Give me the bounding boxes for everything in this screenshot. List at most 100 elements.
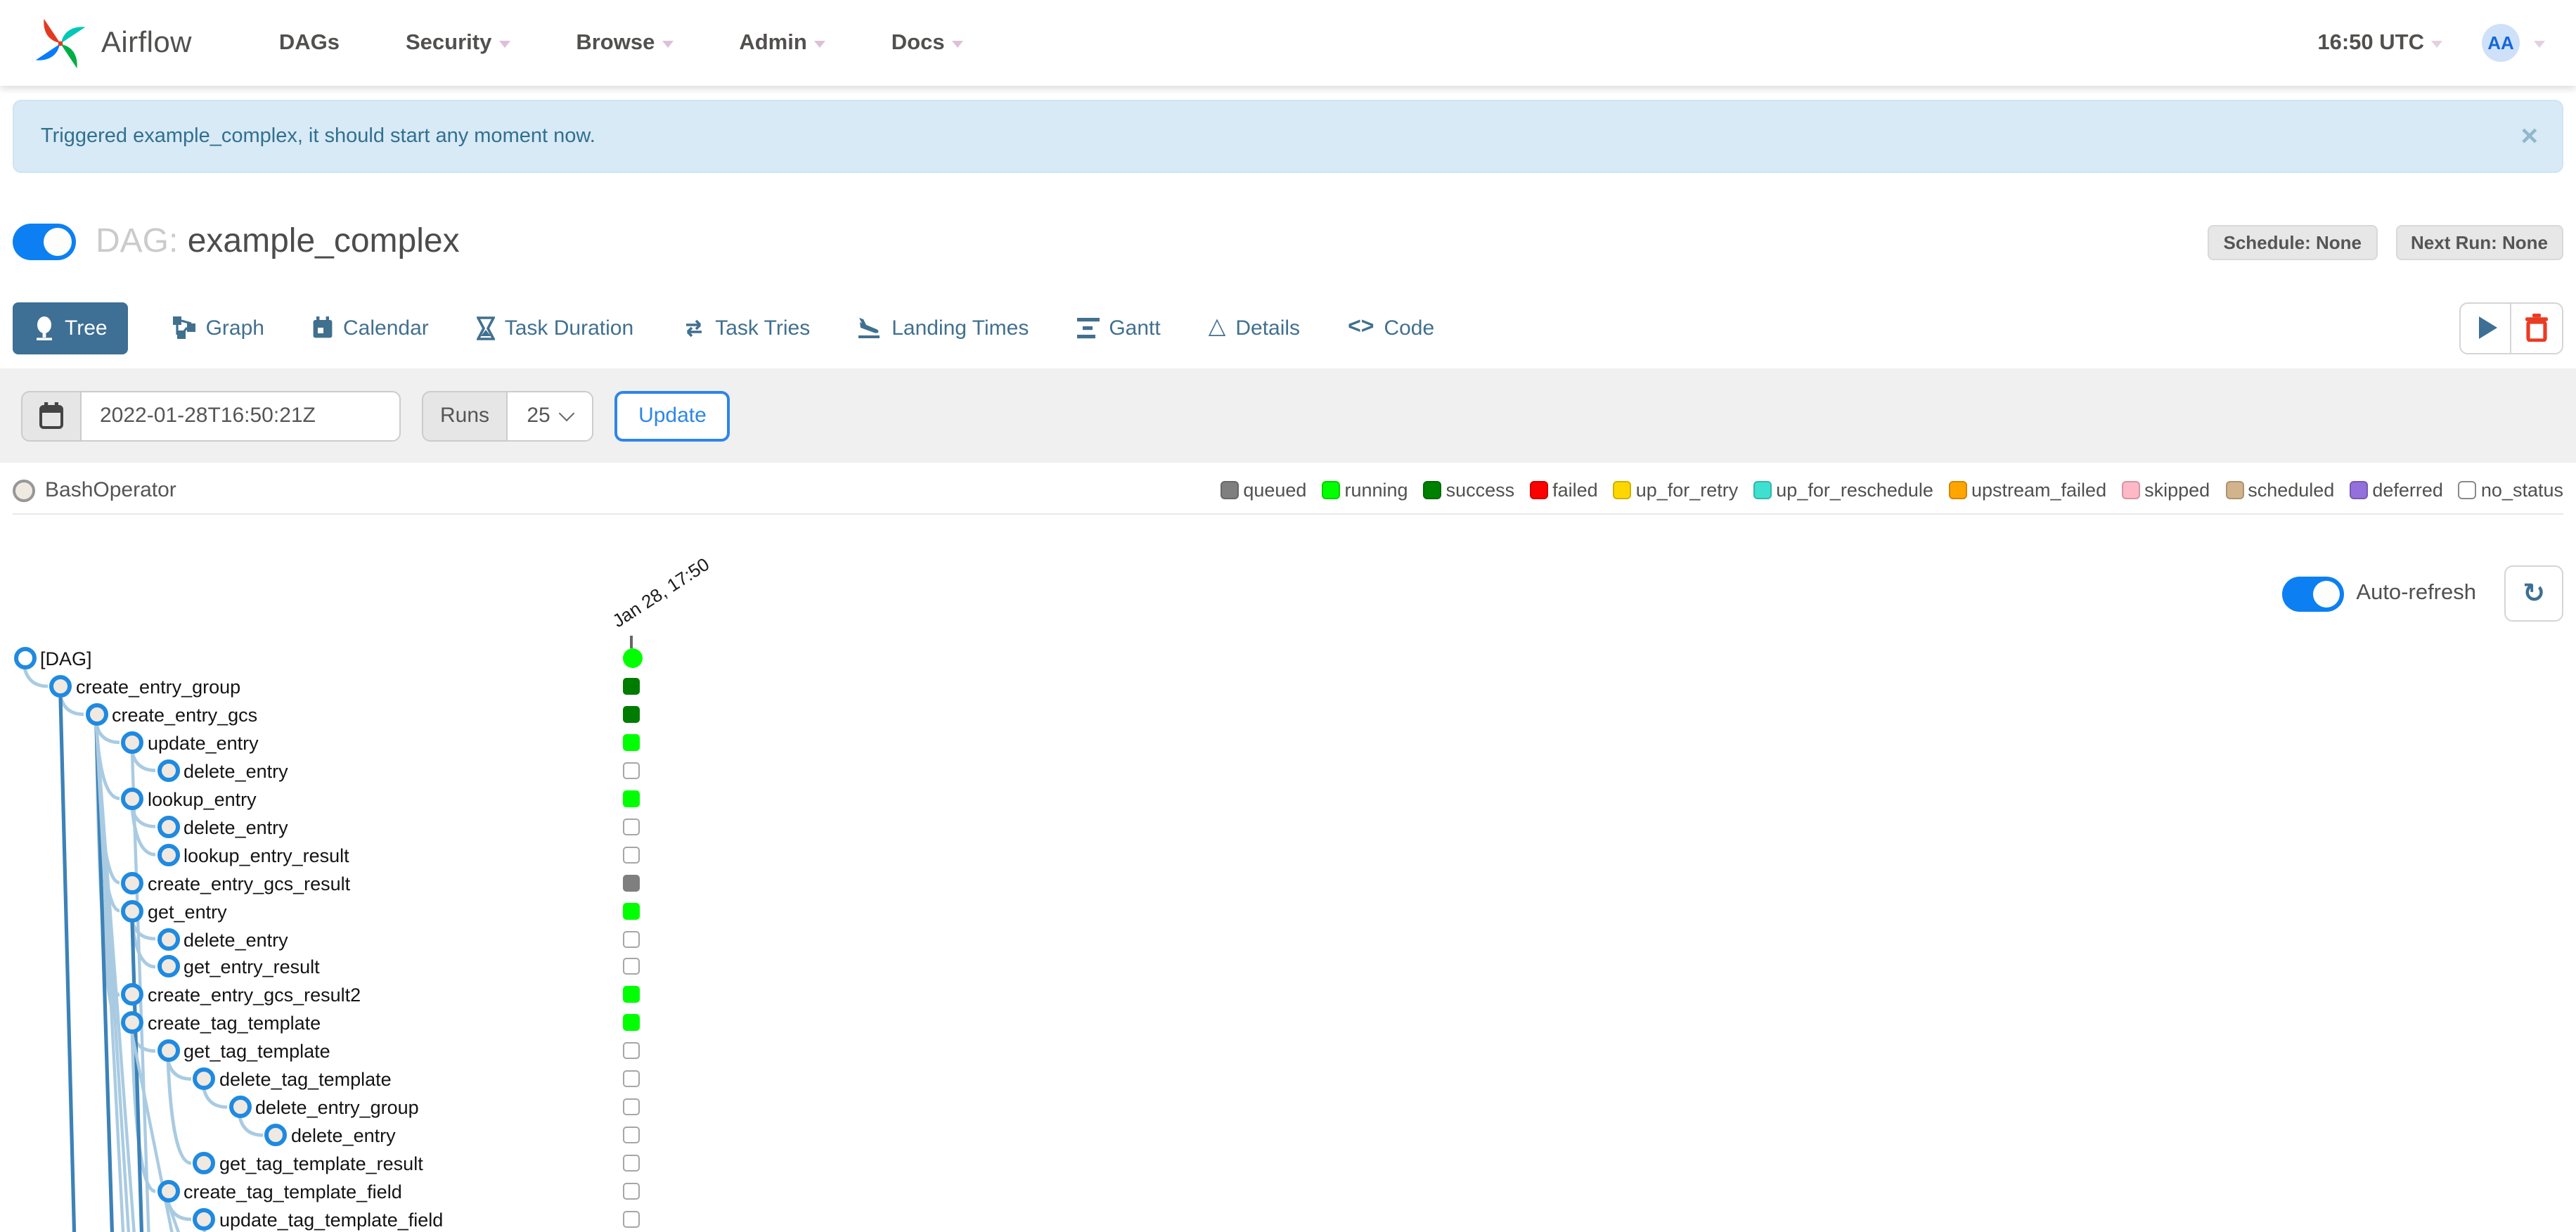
task-status-square[interactable] [623,1070,640,1088]
nav-item-admin[interactable]: Admin [739,30,825,56]
status-swatch [2458,481,2477,499]
task-node-circle[interactable] [121,871,143,894]
task-status-square[interactable] [623,958,640,975]
task-row: get_tag_template [0,1037,2576,1065]
refresh-button[interactable]: ↻ [2504,565,2563,622]
task-status-square[interactable] [623,1211,640,1228]
task-status-square[interactable] [623,1155,640,1172]
task-node-circle[interactable] [157,843,179,866]
task-status-square[interactable] [623,762,640,779]
task-row: delete_entry [0,1121,2576,1149]
task-status-square[interactable] [623,1127,640,1144]
status-legend-item-up_for_reschedule[interactable]: up_for_reschedule [1753,480,1933,501]
task-status-square[interactable] [623,846,640,864]
run-column-label: Jan 28, 17:50 [608,553,714,631]
task-node-circle[interactable] [121,983,143,1006]
task-status-square[interactable] [623,677,640,695]
tab-tree[interactable]: Tree [13,302,129,354]
task-node-circle[interactable] [264,1124,287,1147]
task-node-circle[interactable] [193,1067,215,1091]
status-legend-item-failed[interactable]: failed [1530,480,1598,501]
status-legend-item-upstream_failed[interactable]: upstream_failed [1948,480,2107,501]
task-node-circle[interactable] [157,759,179,782]
task-node-circle[interactable] [121,787,143,810]
chevron-down-icon [951,41,963,48]
dag-pause-toggle[interactable] [13,224,76,260]
task-status-square[interactable] [623,986,640,1003]
task-status-square[interactable] [623,902,640,920]
task-node-circle[interactable] [49,674,72,698]
dag-run-status-circle[interactable] [623,648,643,668]
task-node-circle[interactable] [228,1096,251,1119]
nav-item-security[interactable]: Security [406,30,510,56]
tab-calendar[interactable]: Calendar [309,302,432,354]
task-status-square[interactable] [623,930,640,947]
task-name: update_tag_template_field [219,1209,444,1231]
task-node-circle[interactable] [121,731,143,754]
num-runs-group: Runs 25 [422,390,594,441]
nav-item-browse[interactable]: Browse [576,30,674,56]
base-date-group [21,390,401,441]
num-runs-select[interactable]: 25 [506,390,594,441]
task-status-square[interactable] [623,790,640,807]
tab-gantt[interactable]: Gantt [1074,302,1163,354]
task-node-circle[interactable] [157,928,179,950]
task-row: get_entry_result [0,953,2576,981]
task-node-circle[interactable] [85,702,108,726]
tab-label: Details [1235,316,1301,340]
clock-menu[interactable]: 16:50 UTC [2317,30,2424,56]
task-node-circle[interactable] [157,815,179,838]
task-status-square[interactable] [623,705,640,723]
task-status-square[interactable] [623,874,640,892]
trigger-dag-button[interactable] [2459,302,2511,354]
status-label: upstream_failed [1971,480,2107,501]
update-button[interactable]: Update [614,390,730,441]
status-swatch [2122,481,2141,499]
status-legend-item-success[interactable]: success [1423,480,1514,501]
task-row: lookup_entry [0,785,2576,813]
chevron-down-icon [498,41,510,48]
status-swatch [1613,481,1632,499]
task-status-square[interactable] [623,818,640,835]
status-legend-item-up_for_retry[interactable]: up_for_retry [1613,480,1738,501]
task-status-square[interactable] [623,1014,640,1032]
tab-task-tries[interactable]: Task Tries [678,302,813,354]
nav-item-label: Admin [739,30,807,54]
task-status-square[interactable] [623,1042,640,1060]
task-node-circle[interactable] [121,1011,143,1034]
task-node-circle[interactable] [157,1039,179,1063]
avatar[interactable]: AA [2482,24,2520,62]
dag-node-circle[interactable] [13,647,36,669]
status-legend-item-skipped[interactable]: skipped [2122,480,2210,501]
nav-item-docs[interactable]: Docs [891,30,963,56]
task-status-square[interactable] [623,733,640,751]
airflow-brand[interactable]: Airflow [31,13,192,72]
refresh-icon: ↻ [2523,579,2545,608]
task-node-circle[interactable] [157,1180,179,1203]
tab-label: Landing Times [891,316,1029,340]
task-node-circle[interactable] [121,899,143,923]
tab-code[interactable]: <> Code [1345,302,1437,354]
task-status-square[interactable] [623,1098,640,1116]
task-row: delete_entry [0,925,2576,953]
status-legend-item-running[interactable]: running [1322,480,1408,501]
status-legend-item-no_status[interactable]: no_status [2458,480,2563,501]
auto-refresh-toggle[interactable] [2281,576,2344,611]
status-legend-item-queued[interactable]: queued [1221,480,1306,501]
status-legend-item-deferred[interactable]: deferred [2350,480,2443,501]
runs-label: Runs [422,390,507,441]
delete-dag-button[interactable] [2511,302,2563,354]
status-legend-item-scheduled[interactable]: scheduled [2225,480,2334,501]
close-icon[interactable]: × [2520,122,2538,151]
runs-value: 25 [527,404,550,428]
task-node-circle[interactable] [193,1152,215,1175]
tab-task-duration[interactable]: Task Duration [474,302,636,354]
task-status-square[interactable] [623,1183,640,1200]
tab-graph[interactable]: Graph [171,302,267,354]
task-node-circle[interactable] [193,1208,215,1231]
task-node-circle[interactable] [157,955,179,978]
tab-landing-times[interactable]: Landing Times [855,302,1031,354]
tab-details[interactable]: △ Details [1206,302,1303,354]
nav-item-dags[interactable]: DAGs [279,30,340,56]
base-date-input[interactable] [80,390,401,441]
